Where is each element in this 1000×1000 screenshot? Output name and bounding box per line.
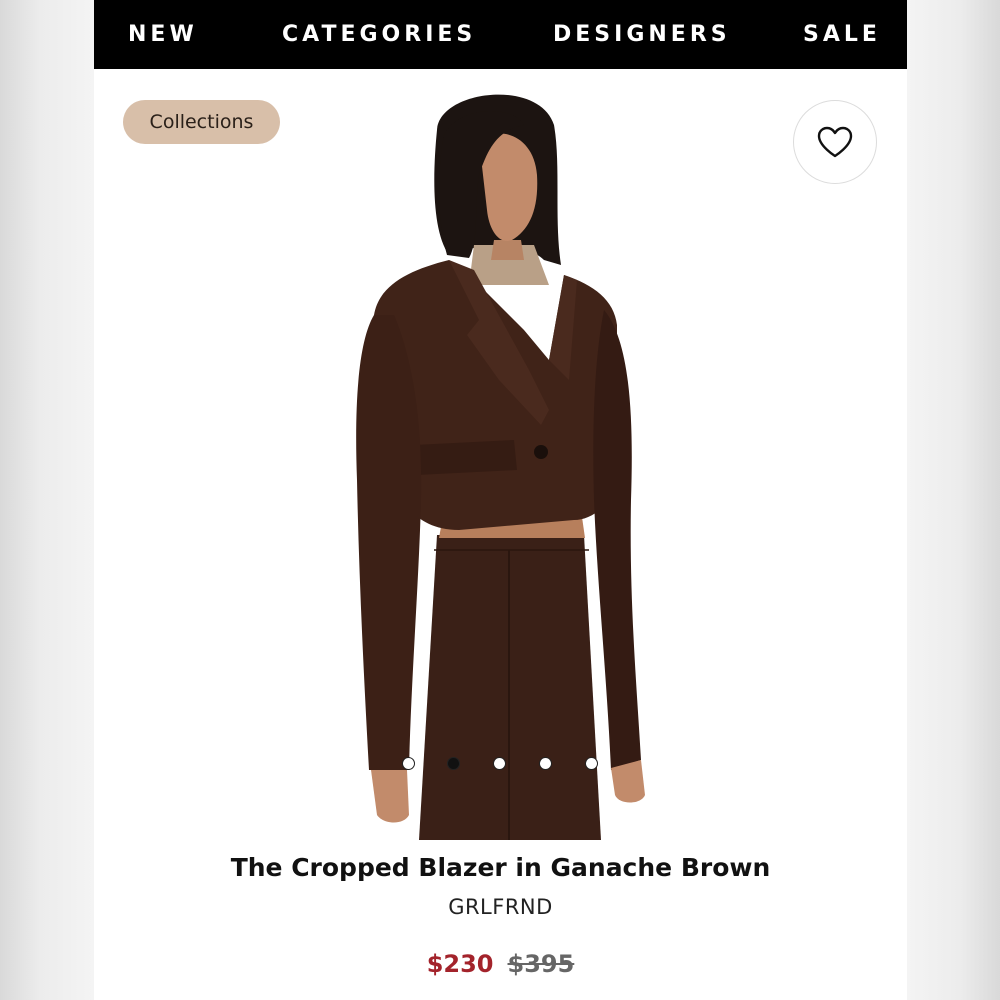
- collections-chip[interactable]: Collections: [123, 100, 280, 144]
- product-image[interactable]: [349, 80, 669, 840]
- sale-price: $230: [426, 950, 494, 978]
- heart-icon: [817, 126, 853, 158]
- image-carousel-dots: [94, 757, 907, 775]
- product-brand[interactable]: GRLFRND: [94, 895, 907, 919]
- nav-categories[interactable]: CATEGORIES: [282, 20, 476, 50]
- product-page: NEW CATEGORIES DESIGNERS SALE Collection…: [94, 0, 907, 1000]
- price-block: $230 $395: [94, 950, 907, 978]
- nav-designers[interactable]: DESIGNERS: [553, 20, 731, 50]
- carousel-dot[interactable]: [402, 757, 415, 770]
- nav-sale[interactable]: SALE: [803, 20, 881, 50]
- top-navigation: NEW CATEGORIES DESIGNERS SALE: [94, 0, 907, 69]
- carousel-dot-active[interactable]: [447, 757, 460, 770]
- carousel-dot[interactable]: [539, 757, 552, 770]
- product-title[interactable]: The Cropped Blazer in Ganache Brown: [94, 853, 907, 882]
- original-price: $395: [507, 950, 575, 978]
- carousel-dot[interactable]: [493, 757, 506, 770]
- carousel-dot[interactable]: [585, 757, 598, 770]
- nav-new[interactable]: NEW: [128, 20, 198, 50]
- favorite-button[interactable]: [793, 100, 877, 184]
